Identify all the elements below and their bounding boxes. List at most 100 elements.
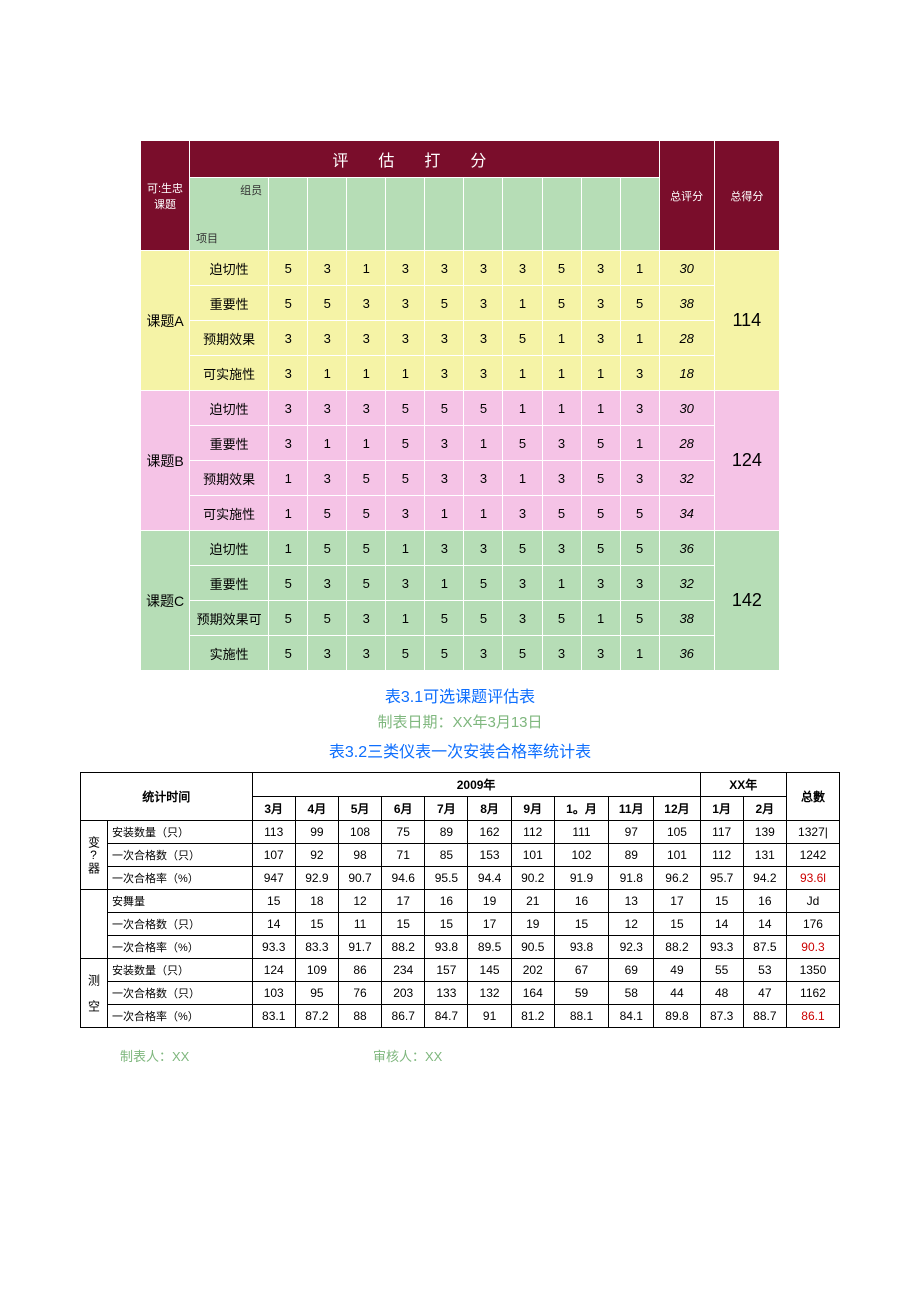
data-cell: 85 bbox=[425, 844, 468, 867]
score-cell: 5 bbox=[347, 531, 386, 566]
data-cell: 69 bbox=[609, 959, 654, 982]
score-cell: 5 bbox=[386, 391, 425, 426]
score-cell: 5 bbox=[308, 601, 347, 636]
data-cell: 95 bbox=[295, 982, 338, 1005]
data-cell: 14 bbox=[252, 913, 295, 936]
data-cell: 132 bbox=[468, 982, 511, 1005]
data-cell: 67 bbox=[554, 959, 608, 982]
row-sum: 34 bbox=[659, 496, 714, 531]
t1-member-col bbox=[542, 178, 581, 251]
score-cell: 5 bbox=[347, 496, 386, 531]
score-cell: 3 bbox=[269, 321, 308, 356]
score-cell: 3 bbox=[386, 251, 425, 286]
data-cell: 88.2 bbox=[654, 936, 700, 959]
data-cell: 124 bbox=[252, 959, 295, 982]
score-cell: 1 bbox=[542, 391, 581, 426]
score-cell: 3 bbox=[464, 251, 503, 286]
data-cell: 92 bbox=[295, 844, 338, 867]
score-cell: 3 bbox=[581, 251, 620, 286]
score-cell: 1 bbox=[308, 426, 347, 461]
data-cell: 55 bbox=[700, 959, 743, 982]
data-cell: 13 bbox=[609, 890, 654, 913]
data-cell: 16 bbox=[425, 890, 468, 913]
row-label: 安舞量 bbox=[108, 890, 253, 913]
data-cell: 88 bbox=[338, 1005, 381, 1028]
data-cell: 105 bbox=[654, 821, 700, 844]
data-cell: 15 bbox=[700, 890, 743, 913]
score-cell: 3 bbox=[581, 566, 620, 601]
score-cell: 1 bbox=[503, 286, 542, 321]
topic-total: 124 bbox=[714, 391, 779, 531]
score-cell: 3 bbox=[425, 251, 464, 286]
t1-member-col bbox=[425, 178, 464, 251]
score-cell: 1 bbox=[347, 251, 386, 286]
score-cell: 1 bbox=[620, 251, 659, 286]
criteria-label: 迫切性 bbox=[190, 251, 269, 286]
score-cell: 1 bbox=[269, 496, 308, 531]
data-cell: 17 bbox=[654, 890, 700, 913]
score-cell: 3 bbox=[503, 566, 542, 601]
data-cell: 99 bbox=[295, 821, 338, 844]
t1-member-col bbox=[386, 178, 425, 251]
score-cell: 5 bbox=[464, 601, 503, 636]
stat-time-header: 统计时间 bbox=[81, 773, 253, 821]
row-total: 176 bbox=[786, 913, 839, 936]
topic-label-2: 课题C bbox=[141, 531, 190, 671]
data-cell: 71 bbox=[382, 844, 425, 867]
score-cell: 1 bbox=[308, 356, 347, 391]
score-cell: 3 bbox=[542, 426, 581, 461]
data-cell: 89 bbox=[609, 844, 654, 867]
data-cell: 101 bbox=[511, 844, 554, 867]
data-cell: 21 bbox=[511, 890, 554, 913]
score-cell: 5 bbox=[464, 391, 503, 426]
data-cell: 15 bbox=[295, 913, 338, 936]
score-cell: 5 bbox=[308, 531, 347, 566]
t1-header-left: 可:生忠课题 bbox=[141, 141, 190, 251]
score-cell: 5 bbox=[581, 426, 620, 461]
score-cell: 3 bbox=[581, 286, 620, 321]
criteria-label: 迫切性 bbox=[190, 531, 269, 566]
data-cell: 58 bbox=[609, 982, 654, 1005]
maker: 制表人：XX bbox=[120, 1046, 189, 1065]
data-cell: 93.3 bbox=[700, 936, 743, 959]
score-cell: 5 bbox=[425, 601, 464, 636]
month-header: 2月 bbox=[743, 797, 786, 821]
month-header: 12月 bbox=[654, 797, 700, 821]
criteria-label: 迫切性 bbox=[190, 391, 269, 426]
data-cell: 88.7 bbox=[743, 1005, 786, 1028]
page-wrap: 可:生忠课题评估打分总评分总得分组员项目课题A迫切性53133335313011… bbox=[20, 140, 900, 1065]
data-cell: 88.1 bbox=[554, 1005, 608, 1028]
criteria-label: 重要性 bbox=[190, 286, 269, 321]
data-cell: 15 bbox=[382, 913, 425, 936]
data-cell: 234 bbox=[382, 959, 425, 982]
topic-label-0: 课题A bbox=[141, 251, 190, 391]
data-cell: 107 bbox=[252, 844, 295, 867]
data-cell: 139 bbox=[743, 821, 786, 844]
score-cell: 1 bbox=[503, 391, 542, 426]
score-cell: 3 bbox=[347, 636, 386, 671]
score-cell: 3 bbox=[464, 356, 503, 391]
score-cell: 1 bbox=[620, 426, 659, 461]
score-cell: 3 bbox=[620, 356, 659, 391]
row-label: 一次合格率（%） bbox=[108, 867, 253, 890]
caption-3-2: 表3.2三类仪表一次安装合格率统计表 bbox=[20, 738, 900, 762]
footer: 制表人：XX 审核人：XX bbox=[80, 1046, 840, 1065]
score-cell: 3 bbox=[308, 251, 347, 286]
data-cell: 15 bbox=[654, 913, 700, 936]
t1-member-col bbox=[347, 178, 386, 251]
score-cell: 1 bbox=[542, 566, 581, 601]
score-cell: 3 bbox=[542, 531, 581, 566]
data-cell: 93.3 bbox=[252, 936, 295, 959]
topic-total: 114 bbox=[714, 251, 779, 391]
group-label-0: 变?器 bbox=[81, 821, 108, 890]
score-cell: 3 bbox=[269, 391, 308, 426]
score-cell: 5 bbox=[542, 601, 581, 636]
data-cell: 44 bbox=[654, 982, 700, 1005]
data-cell: 83.3 bbox=[295, 936, 338, 959]
score-cell: 3 bbox=[620, 461, 659, 496]
score-cell: 3 bbox=[269, 356, 308, 391]
score-cell: 5 bbox=[386, 636, 425, 671]
t1-member-col bbox=[581, 178, 620, 251]
year1-header: 2009年 bbox=[252, 773, 700, 797]
data-cell: 89.5 bbox=[468, 936, 511, 959]
